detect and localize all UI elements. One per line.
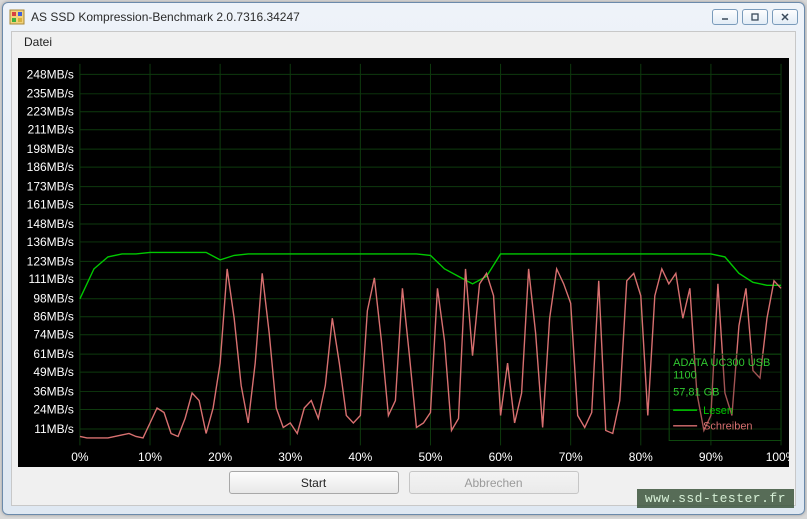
svg-text:198MB/s: 198MB/s — [27, 142, 74, 156]
svg-text:61MB/s: 61MB/s — [33, 347, 74, 361]
svg-text:86MB/s: 86MB/s — [33, 310, 74, 324]
svg-text:74MB/s: 74MB/s — [33, 328, 74, 342]
svg-text:90%: 90% — [699, 450, 723, 464]
cancel-button: Abbrechen — [409, 471, 579, 494]
watermark: www.ssd-tester.fr — [637, 489, 794, 508]
svg-text:ADATA UC300 USB: ADATA UC300 USB — [673, 357, 770, 369]
menubar: Datei — [12, 32, 795, 54]
svg-text:111MB/s: 111MB/s — [28, 272, 74, 286]
app-window: AS SSD Kompression-Benchmark 2.0.7316.34… — [2, 2, 805, 515]
svg-text:60%: 60% — [489, 450, 513, 464]
svg-text:98MB/s: 98MB/s — [33, 292, 74, 306]
window-controls — [712, 9, 798, 25]
svg-text:11MB/s: 11MB/s — [34, 422, 74, 436]
window-title: AS SSD Kompression-Benchmark 2.0.7316.34… — [31, 10, 712, 24]
svg-text:10%: 10% — [138, 450, 162, 464]
minimize-button[interactable] — [712, 9, 738, 25]
svg-text:50%: 50% — [418, 450, 442, 464]
svg-text:30%: 30% — [278, 450, 302, 464]
svg-text:80%: 80% — [629, 450, 653, 464]
svg-text:211MB/s: 211MB/s — [28, 123, 74, 137]
close-button[interactable] — [772, 9, 798, 25]
menu-file[interactable]: Datei — [18, 34, 58, 50]
svg-text:0%: 0% — [71, 450, 89, 464]
svg-text:248MB/s: 248MB/s — [27, 67, 74, 81]
start-button[interactable]: Start — [229, 471, 399, 494]
svg-text:70%: 70% — [559, 450, 583, 464]
svg-text:223MB/s: 223MB/s — [27, 105, 74, 119]
client-area: Datei 11MB/s 24MB/s 36MB/s 49MB/s 61MB/s 74MB… — [11, 31, 796, 506]
svg-text:235MB/s: 235MB/s — [27, 87, 74, 101]
titlebar: AS SSD Kompression-Benchmark 2.0.7316.34… — [3, 3, 804, 31]
svg-text:36MB/s: 36MB/s — [33, 385, 74, 399]
svg-text:123MB/s: 123MB/s — [27, 254, 74, 268]
chart-svg: 11MB/s 24MB/s 36MB/s 49MB/s 61MB/s 74MB/s 86MB… — [18, 58, 789, 467]
maximize-button[interactable] — [742, 9, 768, 25]
svg-text:100%: 100% — [766, 450, 789, 464]
svg-text:49MB/s: 49MB/s — [33, 365, 74, 379]
svg-text:173MB/s: 173MB/s — [27, 180, 74, 194]
svg-text:186MB/s: 186MB/s — [27, 160, 74, 174]
svg-text:24MB/s: 24MB/s — [33, 403, 74, 417]
svg-text:40%: 40% — [348, 450, 372, 464]
chart-panel: 11MB/s 24MB/s 36MB/s 49MB/s 61MB/s 74MB/s 86MB… — [18, 58, 789, 467]
app-icon — [9, 9, 25, 25]
svg-text:Schreiben: Schreiben — [703, 421, 752, 433]
svg-text:161MB/s: 161MB/s — [27, 198, 74, 212]
svg-text:148MB/s: 148MB/s — [27, 217, 74, 231]
svg-text:Lesen: Lesen — [703, 405, 733, 417]
svg-text:57,81 GB: 57,81 GB — [673, 386, 719, 398]
svg-text:20%: 20% — [208, 450, 232, 464]
svg-text:1100: 1100 — [673, 370, 697, 382]
svg-text:136MB/s: 136MB/s — [27, 235, 74, 249]
